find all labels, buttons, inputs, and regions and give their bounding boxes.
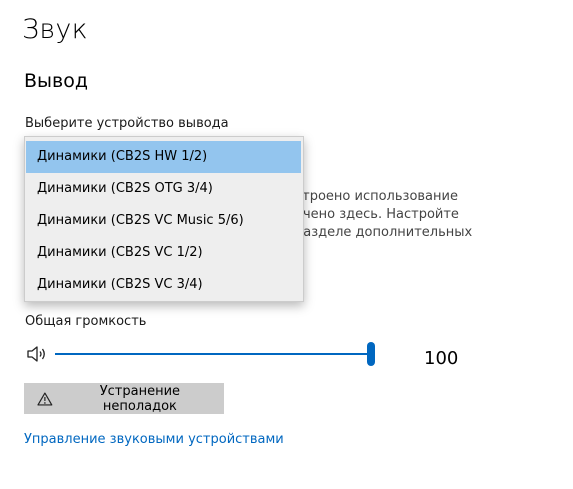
output-device-dropdown-list[interactable]: Динамики (CB2S HW 1/2) Динамики (CB2S OT… xyxy=(24,136,304,302)
slider-thumb[interactable] xyxy=(367,342,375,366)
manage-sound-devices-link[interactable]: Управление звуковыми устройствами xyxy=(24,432,284,447)
speaker-icon[interactable] xyxy=(26,344,48,364)
master-volume-label: Общая громкость xyxy=(25,314,147,329)
slider-fill xyxy=(55,353,371,355)
sound-settings-page: Звук Вывод Выберите устройство вывода ст… xyxy=(0,0,573,489)
output-description-line: строено использование xyxy=(295,189,458,204)
volume-value: 100 xyxy=(424,348,459,369)
dropdown-item-device[interactable]: Динамики (CB2S VC 3/4) xyxy=(26,269,301,301)
output-description-line: ечено здесь. Настройте xyxy=(295,207,459,222)
dropdown-item-device[interactable]: Динамики (CB2S HW 1/2) xyxy=(26,141,301,173)
output-section-title: Вывод xyxy=(24,70,88,92)
dropdown-item-device[interactable]: Динамики (CB2S OTG 3/4) xyxy=(26,173,301,205)
dropdown-item-device[interactable]: Динамики (CB2S VC Music 5/6) xyxy=(26,205,301,237)
output-device-label: Выберите устройство вывода xyxy=(25,116,229,131)
troubleshoot-button[interactable]: Устранение неполадок xyxy=(24,383,224,414)
page-title: Звук xyxy=(22,14,88,45)
dropdown-item-device[interactable]: Динамики (CB2S VC 1/2) xyxy=(26,237,301,269)
troubleshoot-label: Устранение неполадок xyxy=(99,383,181,414)
master-volume-slider[interactable] xyxy=(55,342,375,366)
output-description: строено использование ечено здесь. Настр… xyxy=(295,188,565,242)
warning-icon xyxy=(37,391,53,406)
output-description-line: разделе дополнительных xyxy=(295,225,473,240)
